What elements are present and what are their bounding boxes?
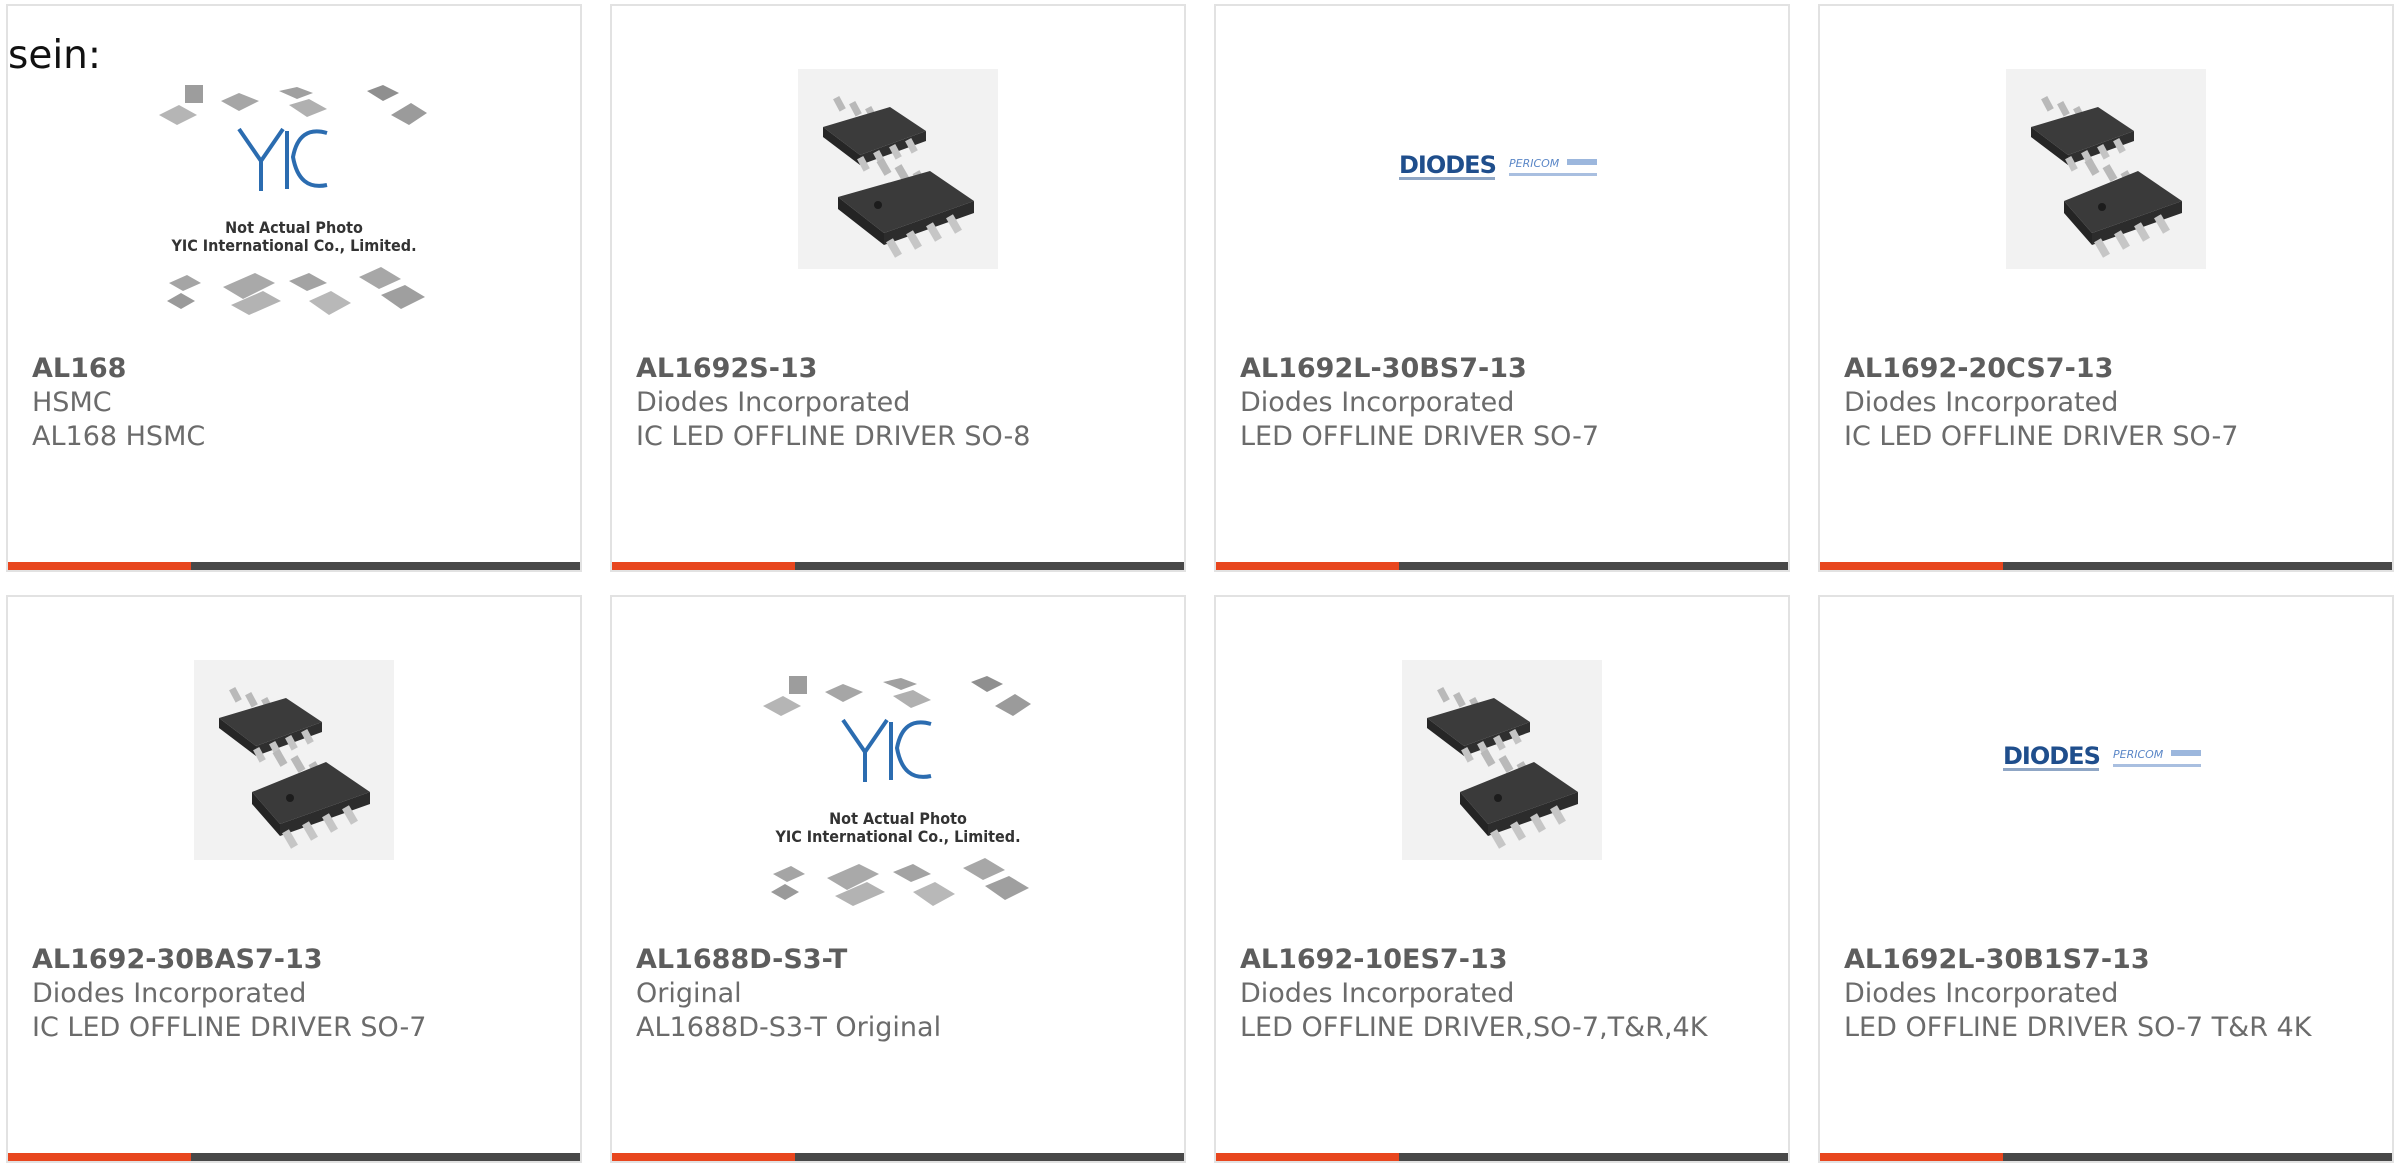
product-image[interactable] [32,625,556,895]
card-accent-bar [1216,562,1399,570]
product-image[interactable]: DIODES PERICOM [1240,34,1764,304]
product-card[interactable]: DIODES PERICOM AL1692L-30BS7-13 Diodes In… [1214,4,1790,572]
part-number-link[interactable]: AL1692-30BAS7-13 [32,943,556,977]
part-number-link[interactable]: AL1692-20CS7-13 [1844,352,2368,386]
svg-text:Not Actual Photo: Not Actual Photo [225,218,363,237]
section-lead-text: sein: [8,33,102,78]
product-image[interactable]: DIODES PERICOM [1844,625,2368,895]
card-accent-bar [1820,562,2003,570]
product-image[interactable] [1844,34,2368,304]
manufacturer-name: Diodes Incorporated [1844,978,2119,1009]
card-accent-bar [612,562,795,570]
card-bottom-bar [1820,1153,2392,1161]
part-number-link[interactable]: AL1692L-30B1S7-13 [1844,943,2368,977]
svg-text:YIC International Co., Limited: YIC International Co., Limited. [774,827,1020,846]
product-info: AL1692-10ES7-13 Diodes Incorporated LED OF… [1240,943,1764,1045]
product-description: LED OFFLINE DRIVER SO-7 T&R 4K [1844,1012,2312,1043]
svg-text:Not Actual Photo: Not Actual Photo [829,809,967,828]
product-image[interactable]: Not Actual Photo YIC International Co., … [32,66,556,336]
part-number-link[interactable]: AL1692L-30BS7-13 [1240,352,1764,386]
product-card[interactable]: AL1692-20CS7-13 Diodes Incorporated IC LED… [1818,4,2394,572]
card-accent-bar [612,1153,795,1161]
svg-text:PERICOM: PERICOM [1509,157,1560,170]
card-bottom-bar [1216,1153,1788,1161]
product-info: AL1692-30BAS7-13 Diodes Incorporated IC LE… [32,943,556,1045]
product-description: IC LED OFFLINE DRIVER SO-7 [1844,421,2239,452]
card-bottom-bar [612,562,1184,570]
product-info: AL1688D-S3-T Original AL1688D-S3-T Origina… [636,943,1160,1045]
product-card[interactable]: Not Actual Photo YIC International Co., … [6,4,582,572]
card-bottom-bar [612,1153,1184,1161]
manufacturer-name: Original [636,978,742,1009]
card-bottom-bar [8,1153,580,1161]
product-card[interactable]: AL1692-10ES7-13 Diodes Incorporated LED OF… [1214,595,1790,1163]
manufacturer-name: HSMC [32,387,112,418]
part-number-link[interactable]: AL1688D-S3-T [636,943,1160,977]
svg-text:DIODES: DIODES [2003,742,2100,770]
product-info: AL1692L-30B1S7-13 Diodes Incorporated LED … [1844,943,2368,1045]
svg-text:PERICOM: PERICOM [2113,748,2164,761]
card-accent-bar [8,562,191,570]
card-accent-bar [1820,1153,2003,1161]
card-bottom-bar [8,562,580,570]
product-image[interactable] [636,34,1160,304]
product-card[interactable]: AL1692-30BAS7-13 Diodes Incorporated IC LE… [6,595,582,1163]
svg-text:DIODES: DIODES [1399,151,1496,179]
product-description: IC LED OFFLINE DRIVER SO-7 [32,1012,427,1043]
product-card[interactable]: AL1692S-13 Diodes Incorporated IC LED OFFL… [610,4,1186,572]
manufacturer-name: Diodes Incorporated [32,978,307,1009]
card-bottom-bar [1820,562,2392,570]
product-description: LED OFFLINE DRIVER,SO-7,T&R,4K [1240,1012,1708,1043]
product-card[interactable]: DIODES PERICOM AL1692L-30B1S7-13 Diodes I… [1818,595,2394,1163]
card-accent-bar [8,1153,191,1161]
manufacturer-name: Diodes Incorporated [1240,978,1515,1009]
product-description: AL1688D-S3-T Original [636,1012,942,1043]
manufacturer-name: Diodes Incorporated [1240,387,1515,418]
product-card[interactable]: Not Actual Photo YIC International Co., … [610,595,1186,1163]
part-number-link[interactable]: AL1692S-13 [636,352,1160,386]
product-info: AL1692L-30BS7-13 Diodes Incorporated LED O… [1240,352,1764,454]
product-info: AL168 HSMC AL168 HSMC [32,352,556,454]
svg-text:YIC International Co., Limited: YIC International Co., Limited. [170,236,416,255]
card-bottom-bar [1216,562,1788,570]
product-description: LED OFFLINE DRIVER SO-7 [1240,421,1600,452]
card-accent-bar [1216,1153,1399,1161]
product-info: AL1692S-13 Diodes Incorporated IC LED OFFL… [636,352,1160,454]
product-info: AL1692-20CS7-13 Diodes Incorporated IC LED… [1844,352,2368,454]
product-image[interactable] [1240,625,1764,895]
manufacturer-name: Diodes Incorporated [1844,387,2119,418]
part-number-link[interactable]: AL1692-10ES7-13 [1240,943,1764,977]
part-number-link[interactable]: AL168 [32,352,556,386]
product-image[interactable]: Not Actual Photo YIC International Co., … [636,657,1160,927]
product-description: AL168 HSMC [32,421,206,452]
manufacturer-name: Diodes Incorporated [636,387,911,418]
product-description: IC LED OFFLINE DRIVER SO-8 [636,421,1031,452]
